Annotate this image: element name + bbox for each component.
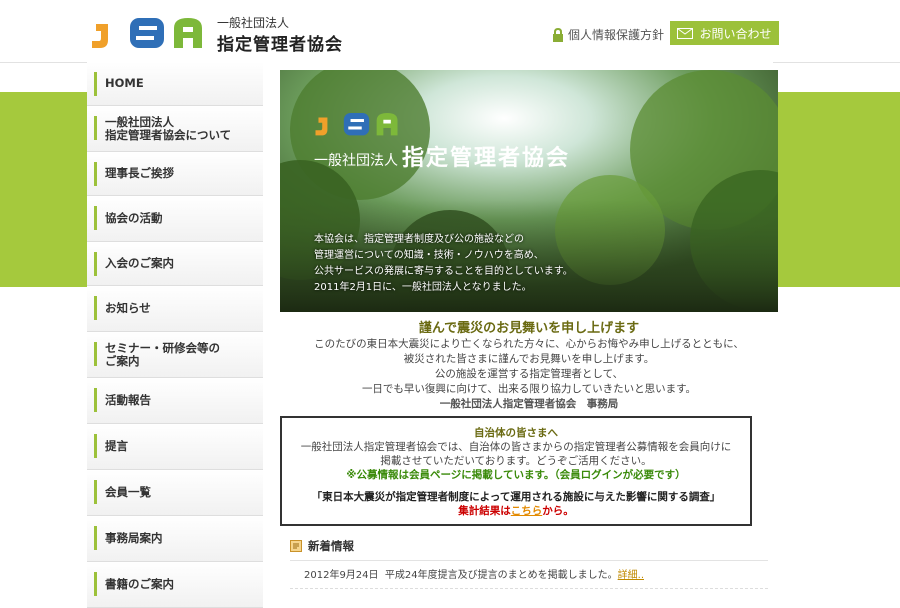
sidebar-item-proposals[interactable]: 提言: [87, 424, 263, 470]
hero-description: 本協会は、指定管理者制度及び公の施設などの 管理運営についての知識・技術・ノウハ…: [314, 232, 614, 296]
site-header: 一般社団法人 指定管理者協会 個人情報保護方針 お問い合わせ: [0, 0, 900, 63]
jsa-logo[interactable]: [90, 14, 208, 50]
sidebar-item-label: 一般社団法人 指定管理者協会について: [105, 114, 232, 142]
mail-icon: [677, 27, 694, 39]
sidebar-item-seminars[interactable]: セミナー・研修会等の ご案内: [87, 332, 263, 378]
sidebar-item-label: 事務局案内: [105, 531, 163, 545]
sidebar-item-activities[interactable]: 協会の活動: [87, 196, 263, 242]
condolence-line: 公の施設を運営する指定管理者として、: [434, 368, 624, 380]
news-text: 平成24年度提言及び提言のまとめを掲載しました。: [384, 570, 618, 581]
notice-survey-title: 「東日本大震災が指定管理者制度によって運用される施設に与えた影響に関する調査」: [311, 491, 721, 503]
notice-title: 自治体の皆さまへ: [474, 427, 558, 439]
sidebar-item-label: 会員一覧: [105, 485, 151, 499]
survey-result-link[interactable]: こちら: [511, 505, 543, 517]
hero-line: 2011年2月1日に、一般社団法人となりました。: [314, 282, 532, 293]
sidebar-item-label: 入会のご案内: [105, 256, 174, 270]
sidebar-item-greeting[interactable]: 理事長ご挨拶: [87, 152, 263, 196]
news-date: 2012年9月24日: [304, 570, 379, 581]
news-icon: [290, 540, 302, 552]
notice-login-note: ※公募情報は会員ページに掲載しています。（会員ログインが必要です）: [346, 469, 686, 481]
contact-label: お問い合わせ: [699, 26, 772, 41]
condolence-signature: 一般社団法人指定管理者協会 事務局: [439, 398, 619, 410]
sidebar-item-label: お知らせ: [105, 301, 151, 315]
news-divider: [290, 588, 768, 589]
condolence-line: 一日でも早い復興に向けて、出来る限り協力していきたいと思います。: [361, 383, 697, 395]
sidebar-item-about[interactable]: 一般社団法人 指定管理者協会について: [87, 106, 263, 152]
hero-jsa-logo: [315, 113, 398, 136]
privacy-policy-label: 個人情報保護方針: [568, 28, 665, 42]
hero-line: 公共サービスの発展に寄与することを目的としています。: [314, 266, 573, 277]
hero-line: 管理運営についての知識・技術・ノウハウを高め、: [314, 250, 544, 261]
notice-result-prefix: 集計結果は: [458, 505, 511, 517]
news-heading-label: 新着情報: [308, 539, 354, 553]
condolence-line: 被災された皆さまに謹んでお見舞いを申し上げます。: [403, 353, 655, 365]
notice-result-suffix: から。: [542, 505, 574, 517]
hero-line: 本協会は、指定管理者制度及び公の施設などの: [314, 234, 524, 245]
news-detail-link[interactable]: 詳細..: [618, 570, 644, 581]
hero-org-name: 一般社団法人 指定管理者協会: [314, 140, 570, 172]
sidebar-item-label: 提言: [105, 439, 128, 453]
sidebar-item-reports[interactable]: 活動報告: [87, 378, 263, 424]
sidebar-item-label: 活動報告: [105, 393, 151, 407]
hero-banner: 一般社団法人 指定管理者協会 本協会は、指定管理者制度及び公の施設などの 管理運営…: [280, 70, 778, 312]
notice-line: 一般社団法人指定管理者協会では、自治体の皆さまからの指定管理者公募情報を会員向け…: [300, 441, 732, 453]
municipality-notice: 自治体の皆さまへ 一般社団法人指定管理者協会では、自治体の皆さまからの指定管理者…: [280, 416, 752, 526]
hero-org-small: 一般社団法人: [314, 153, 398, 169]
sidebar-item-label: 理事長ご挨拶: [105, 166, 174, 180]
condolence-line: このたびの東日本大震災により亡くなられた方々に、心からお悔やみ申し上げるとともに…: [314, 338, 744, 350]
header-org-small: 一般社団法人: [217, 16, 290, 30]
hero-org-big: 指定管理者協会: [402, 146, 571, 171]
condolence-message: 謹んで震災のお見舞いを申し上げます このたびの東日本大震災により亡くなられた方々…: [280, 320, 778, 412]
news-heading: 新着情報: [290, 536, 768, 561]
condolence-title: 謹んで震災のお見舞いを申し上げます: [418, 321, 640, 336]
lock-icon: [553, 27, 563, 42]
sidebar-item-news[interactable]: お知らせ: [87, 286, 263, 332]
news-item: 2012年9月24日 平成24年度提言及び提言のまとめを掲載しました。詳細..: [304, 566, 644, 581]
sidebar-item-membership[interactable]: 入会のご案内: [87, 242, 263, 286]
privacy-policy-link[interactable]: 個人情報保護方針: [552, 26, 664, 43]
sidebar-item-label: 書籍のご案内: [105, 577, 174, 591]
notice-result: 集計結果はこちらから。: [282, 504, 750, 518]
sidebar-item-members[interactable]: 会員一覧: [87, 470, 263, 516]
sidebar-item-label: 協会の活動: [105, 211, 163, 225]
sidebar-item-label: HOME: [105, 76, 144, 90]
sidebar-nav: HOME 一般社団法人 指定管理者協会について 理事長ご挨拶 協会の活動 入会の…: [87, 62, 263, 608]
sidebar-item-label: セミナー・研修会等の ご案内: [105, 340, 220, 368]
notice-line: 掲載させていただいております。どうぞご活用ください。: [380, 455, 652, 467]
sidebar-item-home[interactable]: HOME: [87, 62, 263, 106]
contact-button[interactable]: お問い合わせ: [670, 21, 779, 45]
header-org-name[interactable]: 指定管理者協会: [217, 30, 343, 55]
sidebar-item-books[interactable]: 書籍のご案内: [87, 562, 263, 608]
sidebar-item-office[interactable]: 事務局案内: [87, 516, 263, 562]
